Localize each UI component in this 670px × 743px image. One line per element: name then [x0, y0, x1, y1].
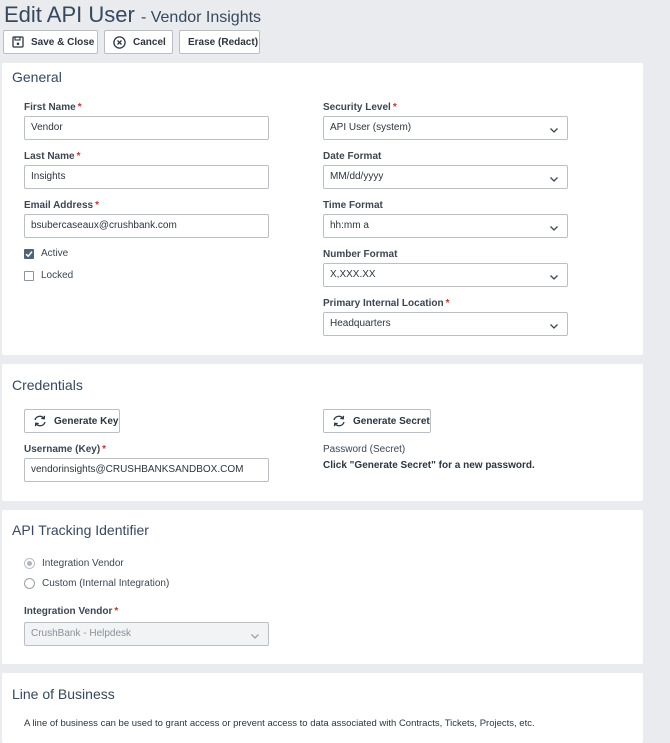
- cancel-button[interactable]: Cancel: [104, 30, 173, 54]
- chevron-down-icon: [549, 220, 559, 237]
- refresh-icon: [332, 415, 346, 427]
- credentials-section: Credentials Generate Key Generate Secret…: [2, 364, 643, 501]
- locked-checkbox-row[interactable]: Locked: [24, 270, 73, 281]
- generate-key-button[interactable]: Generate Key: [24, 409, 120, 433]
- cancel-icon: [113, 35, 126, 49]
- erase-redact-label: Erase (Redact): [188, 36, 259, 48]
- active-checkbox[interactable]: [24, 248, 34, 259]
- password-hint: Click "Generate Secret" for a new passwo…: [323, 460, 535, 471]
- chevron-down-icon: [549, 171, 559, 188]
- email-label: Email Address *: [24, 200, 100, 211]
- security-level-select[interactable]: API User (system): [323, 116, 568, 140]
- active-label: Active: [41, 248, 69, 259]
- save-close-button[interactable]: Save & Close: [3, 30, 98, 54]
- api-tracking-title: API Tracking Identifier: [12, 522, 149, 538]
- chevron-down-icon: [250, 628, 260, 645]
- number-format-label: Number Format: [323, 249, 398, 260]
- radio-integration-vendor-label: Integration Vendor: [42, 558, 124, 569]
- credentials-title: Credentials: [12, 377, 83, 393]
- general-section: General First Name * Vendor Last Name * In…: [2, 63, 643, 355]
- time-format-label: Time Format: [323, 200, 383, 211]
- chevron-down-icon: [549, 318, 559, 335]
- generate-key-label: Generate Key: [54, 415, 119, 427]
- line-of-business-title: Line of Business: [12, 686, 115, 702]
- locked-label: Locked: [41, 270, 74, 281]
- last-name-label: Last Name *: [24, 151, 81, 162]
- date-format-label: Date Format: [323, 151, 382, 162]
- last-name-input[interactable]: Insights: [24, 165, 269, 189]
- date-format-select[interactable]: MM/dd/yyyy: [323, 165, 568, 189]
- security-level-label: Security Level *: [323, 102, 397, 113]
- primary-location-select[interactable]: Headquarters: [323, 312, 568, 336]
- username-label: Username (Key) *: [24, 444, 107, 455]
- line-of-business-description: A line of business can be used to grant …: [24, 718, 535, 729]
- radio-custom-row[interactable]: Custom (Internal Integration): [24, 578, 169, 589]
- erase-redact-button[interactable]: Erase (Redact): [179, 30, 260, 54]
- check-icon: [25, 250, 33, 257]
- save-close-label: Save & Close: [31, 36, 95, 48]
- active-checkbox-row[interactable]: Active: [24, 248, 68, 259]
- locked-checkbox[interactable]: [24, 270, 34, 281]
- integration-vendor-select[interactable]: CrushBank - Helpdesk: [24, 622, 269, 646]
- save-icon: [12, 36, 24, 48]
- page-title: Edit API User - Vendor Insights: [4, 2, 261, 28]
- integration-vendor-label: Integration Vendor *: [24, 606, 119, 617]
- first-name-input[interactable]: Vendor: [24, 116, 269, 140]
- chevron-down-icon: [549, 269, 559, 286]
- cancel-label: Cancel: [133, 36, 166, 48]
- general-title: General: [12, 69, 62, 85]
- username-input[interactable]: vendorinsights@CRUSHBANKSANDBOX.COM: [24, 458, 269, 482]
- radio-integration-vendor[interactable]: [24, 558, 35, 569]
- primary-location-label: Primary Internal Location *: [323, 298, 450, 309]
- toolbar: Save & Close Cancel Erase (Redact): [3, 30, 260, 54]
- page-title-main: Edit API User: [4, 2, 135, 27]
- first-name-label: First Name *: [24, 102, 82, 113]
- generate-secret-label: Generate Secret: [353, 415, 430, 427]
- time-format-select[interactable]: hh:mm a: [323, 214, 568, 238]
- radio-custom[interactable]: [24, 578, 35, 589]
- number-format-select[interactable]: X,XXX.XX: [323, 263, 568, 287]
- page-subtitle: - Vendor Insights: [140, 9, 262, 26]
- password-label: Password (Secret): [323, 444, 406, 455]
- api-tracking-section: API Tracking Identifier Integration Vend…: [2, 510, 643, 664]
- radio-integration-vendor-row[interactable]: Integration Vendor: [24, 558, 124, 569]
- refresh-icon: [33, 415, 47, 427]
- chevron-down-icon: [549, 122, 559, 139]
- radio-custom-label: Custom (Internal Integration): [42, 578, 170, 589]
- generate-secret-button[interactable]: Generate Secret: [323, 409, 431, 433]
- email-input[interactable]: bsubercaseaux@crushbank.com: [24, 214, 269, 238]
